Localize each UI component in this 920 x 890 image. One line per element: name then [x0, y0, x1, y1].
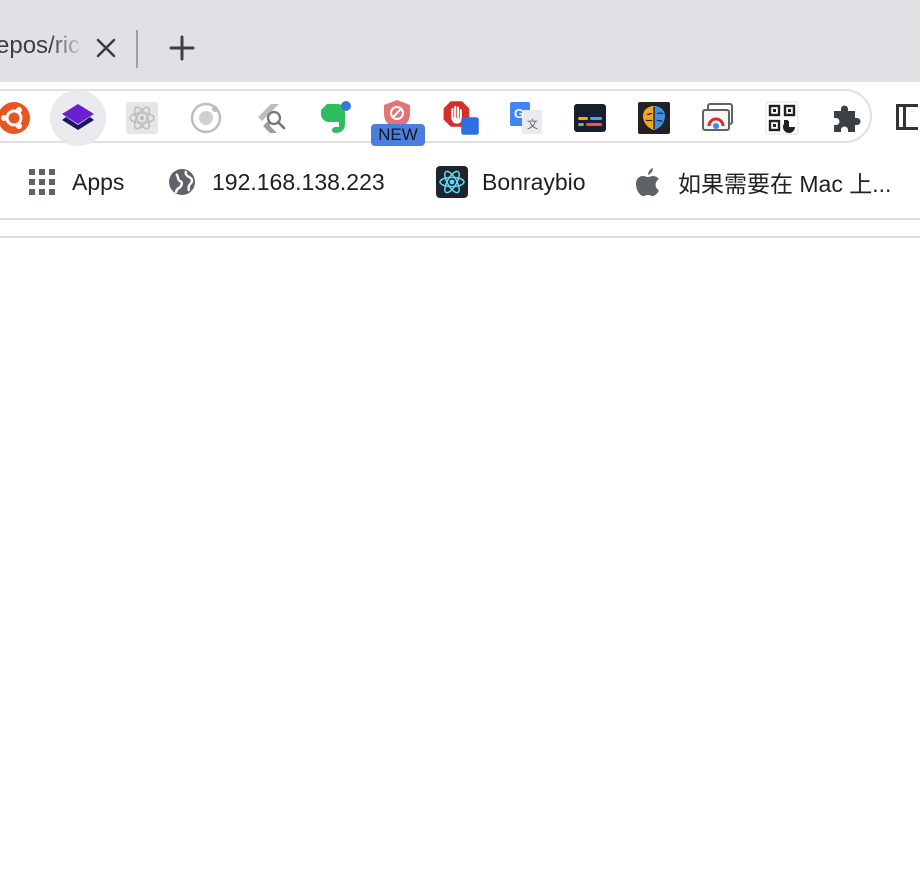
- qr-code-icon[interactable]: [762, 98, 802, 138]
- close-icon[interactable]: [92, 34, 120, 62]
- flutter-inspector-icon[interactable]: [250, 98, 290, 138]
- adblock-hand-icon[interactable]: [442, 98, 482, 138]
- apple-icon: [632, 166, 664, 198]
- bookmark-label: 如果需要在 Mac 上...: [678, 171, 892, 197]
- bookmark-ip[interactable]: 192.168.138.223: [166, 166, 385, 198]
- tab-title-fade: [50, 30, 84, 66]
- bookmarks-divider: [0, 218, 920, 220]
- tab-strip: epos/ric: [0, 0, 920, 82]
- bookmarks-bar: Apps 192.168.138.223 Bonraybio 如果需要在 Mac…: [0, 154, 920, 218]
- svg-text:G: G: [514, 106, 524, 121]
- evernote-icon[interactable]: [314, 98, 354, 138]
- layers-ext-icon[interactable]: [50, 90, 106, 146]
- ionic-ext-icon[interactable]: [186, 98, 226, 138]
- svg-text:文: 文: [527, 117, 538, 131]
- toolbar: G文: [0, 82, 920, 154]
- ubuntu-ext-icon[interactable]: [0, 98, 34, 138]
- apps-grid-icon: [26, 166, 58, 198]
- tab-separator: [136, 30, 138, 68]
- new-badge: NEW: [371, 124, 425, 146]
- window-chrome-icon[interactable]: [698, 98, 738, 138]
- terminal-ext-icon[interactable]: [570, 98, 610, 138]
- puzzle-extensions-icon[interactable]: [826, 98, 866, 138]
- globe-icon: [166, 166, 198, 198]
- bookmark-label: Bonraybio: [482, 168, 586, 195]
- bookmark-label: Apps: [72, 168, 125, 195]
- bookmark-label: 192.168.138.223: [212, 168, 385, 195]
- bookmark-apple-support[interactable]: 如果需要在 Mac 上...: [632, 166, 891, 198]
- bookmark-bonraybio[interactable]: Bonraybio: [436, 166, 586, 198]
- side-panel-icon[interactable]: [896, 104, 918, 130]
- google-translate-icon[interactable]: G文: [506, 98, 546, 138]
- react-logo-icon: [436, 166, 468, 198]
- brain-ext-icon[interactable]: [634, 98, 674, 138]
- react-devtools-icon[interactable]: [122, 98, 162, 138]
- bookmark-apps[interactable]: Apps: [26, 166, 124, 198]
- plus-icon[interactable]: [166, 33, 198, 63]
- page-content: [0, 238, 920, 890]
